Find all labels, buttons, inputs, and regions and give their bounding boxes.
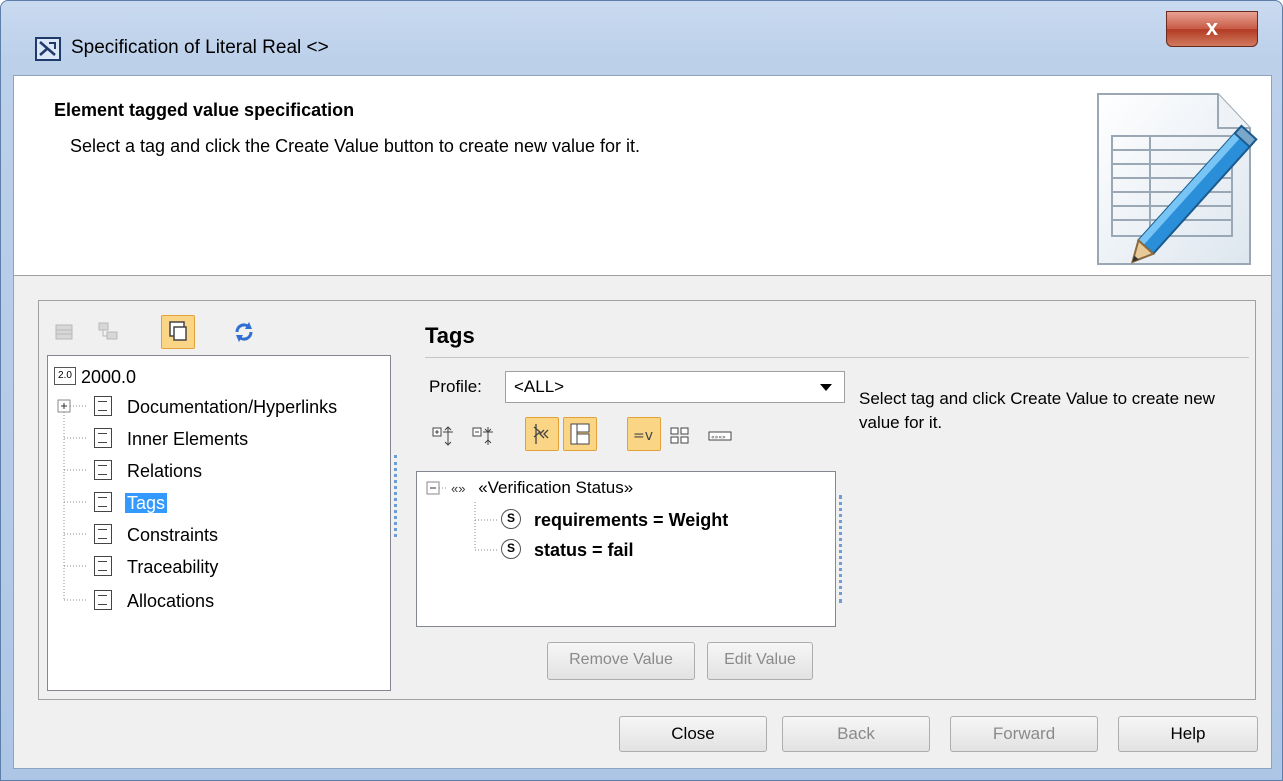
dialog-window: Specification of Literal Real <> x Eleme… xyxy=(0,0,1283,781)
tag-text: requirements = Weight xyxy=(534,510,729,530)
tag-row-status[interactable]: S status = fail xyxy=(501,536,634,564)
window-close-button[interactable]: x xyxy=(1166,11,1258,47)
tree-item-traceability[interactable]: Traceability xyxy=(94,552,218,582)
close-button[interactable]: Close xyxy=(619,716,767,752)
page-icon xyxy=(94,428,112,449)
header-title: Element tagged value specification xyxy=(54,100,355,120)
content-panel: 2.0 2000.0 Documentation/Hyperlinks Inne… xyxy=(38,300,1256,700)
tag-property-icon: S xyxy=(501,539,521,560)
group-by-profile-icon[interactable] xyxy=(563,417,597,451)
page-icon xyxy=(94,460,112,481)
tree-item-constraints[interactable]: Constraints xyxy=(94,520,218,550)
tree-item-allocations[interactable]: Allocations xyxy=(94,586,214,616)
page-icon xyxy=(94,396,112,417)
profile-dropdown[interactable]: <ALL> xyxy=(505,371,845,403)
profile-value: <ALL> xyxy=(514,377,565,396)
tags-panel-title: Tags xyxy=(425,323,475,348)
document-edit-icon xyxy=(1097,93,1258,265)
stereotype-row[interactable]: «» «Verification Status» xyxy=(451,474,633,502)
tree-root[interactable]: 2.0 2000.0 xyxy=(54,362,136,392)
tag-value-tree: «» «Verification Status» S requirements … xyxy=(416,471,836,627)
splitter-handle-right[interactable] xyxy=(839,495,842,603)
tree-item-label: Tags xyxy=(125,493,168,513)
tree-item-label: Constraints xyxy=(127,525,219,545)
title-separator xyxy=(425,357,1249,358)
page-icon xyxy=(94,492,112,513)
stereotype-icon: «» xyxy=(451,481,466,496)
dialog-client-area: Element tagged value specification Selec… xyxy=(13,75,1272,769)
dialog-header: Element tagged value specification Selec… xyxy=(14,76,1271,276)
tree-item-label: Relations xyxy=(127,461,203,481)
show-stereotype-label-icon[interactable]: «»«» xyxy=(703,419,737,453)
svg-text:«»«»: «»«» xyxy=(711,434,726,441)
tree-item-inner-elements[interactable]: Inner Elements xyxy=(94,424,248,454)
show-values-only-icon[interactable]: =v xyxy=(627,417,661,451)
literal-real-icon: 2.0 xyxy=(54,367,76,386)
forward-button[interactable]: Forward xyxy=(950,716,1098,752)
tag-text: status = fail xyxy=(534,540,634,560)
window-title: Specification of Literal Real <> xyxy=(71,37,329,58)
tree-view-icon[interactable] xyxy=(91,315,125,349)
refresh-icon[interactable] xyxy=(227,315,261,349)
tree-item-label: Allocations xyxy=(127,591,215,611)
tree-item-label: Documentation/Hyperlinks xyxy=(127,397,338,417)
title-bar: Specification of Literal Real <> x xyxy=(9,9,1274,73)
show-nested-icon[interactable] xyxy=(161,315,195,349)
help-button[interactable]: Help xyxy=(1118,716,1258,752)
stereotype-label: «Verification Status» xyxy=(478,478,634,497)
expand-all-icon[interactable] xyxy=(427,419,461,453)
remove-value-button[interactable]: Remove Value xyxy=(547,642,695,680)
tag-row-requirements[interactable]: S requirements = Weight xyxy=(501,506,728,534)
tree-root-label: 2000.0 xyxy=(81,367,137,387)
grid-view-icon[interactable] xyxy=(663,419,697,453)
tree-item-documentation[interactable]: Documentation/Hyperlinks xyxy=(94,392,337,422)
list-view-icon[interactable] xyxy=(47,315,81,349)
tree-item-label: Inner Elements xyxy=(127,429,249,449)
show-stereotypes-icon[interactable] xyxy=(525,417,559,451)
tree-item-tags[interactable]: Tags xyxy=(94,488,168,518)
svg-text:=v: =v xyxy=(633,428,653,444)
profile-label: Profile: xyxy=(429,377,482,396)
edit-value-button[interactable]: Edit Value xyxy=(707,642,813,680)
tree-item-relations[interactable]: Relations xyxy=(94,456,202,486)
splitter-handle-left[interactable] xyxy=(394,455,397,537)
navigation-tree: 2.0 2000.0 Documentation/Hyperlinks Inne… xyxy=(47,355,391,691)
chevron-down-icon xyxy=(820,384,832,391)
tags-hint: Select tag and click Create Value to cre… xyxy=(859,389,1215,432)
page-icon xyxy=(94,556,112,577)
header-description: Select a tag and click the Create Value … xyxy=(70,136,640,156)
tag-property-icon: S xyxy=(501,509,521,530)
page-icon xyxy=(94,524,112,545)
collapse-all-icon[interactable] xyxy=(467,419,501,453)
tree-item-label: Traceability xyxy=(127,557,219,577)
page-icon xyxy=(94,590,112,611)
specification-window-icon xyxy=(35,37,61,61)
back-button[interactable]: Back xyxy=(782,716,930,752)
